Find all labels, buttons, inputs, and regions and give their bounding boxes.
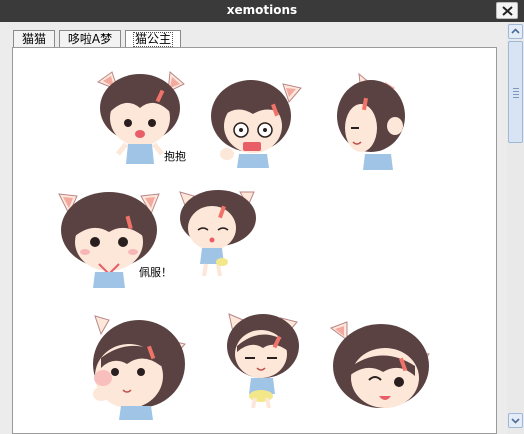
emoticon-caption: 佩服！ [139,265,170,279]
emoticon-shocked[interactable] [205,76,305,168]
emoticon-admire[interactable]: 佩服！ [55,188,170,288]
tab-doraemon[interactable]: 哆啦A梦 [59,30,121,48]
tab-maomao[interactable]: 猫猫 [13,30,55,48]
emoticon-hug[interactable]: 抱抱 [88,68,193,168]
emoticon-sleepy[interactable] [221,310,303,410]
scroll-up-button[interactable] [508,24,523,39]
emoticon-shy-salute[interactable] [335,70,415,170]
scroll-down-button[interactable] [508,413,523,428]
emoticon-wink[interactable] [325,316,435,416]
tab-label: 猫公主 [132,32,173,47]
tab-label: 猫猫 [21,32,46,46]
emoticon-caption: 抱抱 [164,149,186,163]
close-button[interactable] [496,2,518,19]
scrollbar-thumb[interactable] [508,41,523,143]
chevron-up-icon [511,28,520,34]
chevron-down-icon [511,418,520,424]
tab-label: 哆啦A梦 [67,32,113,46]
close-icon [502,6,513,16]
vertical-scrollbar[interactable] [507,22,524,434]
title-bar: xemotions [0,0,524,22]
emoticon-bye-wave[interactable] [176,188,261,280]
emoticon-grid-panel: 抱抱 佩服！ [12,47,497,434]
window-title: xemotions [226,3,298,17]
emoticon-cheek-pout[interactable] [81,310,191,420]
